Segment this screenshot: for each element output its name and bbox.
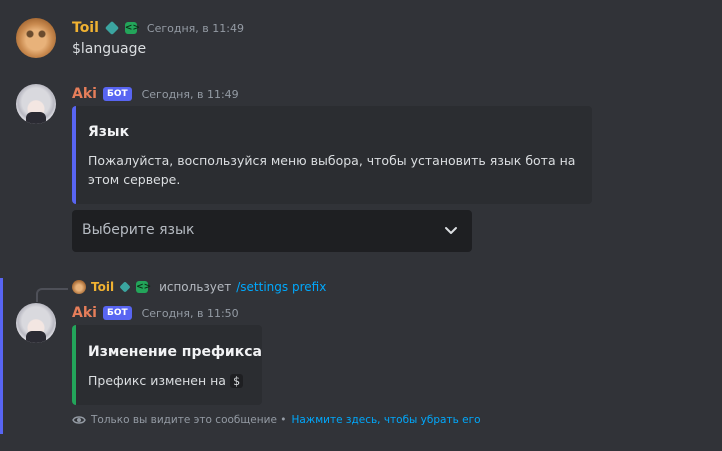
verified-diamond-icon: [104, 20, 119, 36]
reply-connector: [36, 288, 68, 302]
embed-description: Префикс изменен на $: [88, 371, 243, 391]
message-content: $language: [72, 41, 147, 57]
message-header: Aki БОТ Сегодня, в 11:50: [72, 305, 239, 321]
reply-username[interactable]: Toil: [91, 280, 114, 294]
avatar[interactable]: [16, 303, 56, 343]
language-select[interactable]: Выберите язык: [72, 210, 472, 252]
timestamp: Сегодня, в 11:50: [141, 306, 239, 320]
embed-title: Изменение префикса: [88, 344, 262, 360]
embed-description-text: Префикс изменен на: [88, 373, 226, 388]
dismiss-link[interactable]: Нажмите здесь, чтобы убрать его: [291, 414, 480, 426]
reply-avatar: [72, 280, 86, 294]
eye-icon: [72, 416, 86, 424]
reply-uses-text: использует: [159, 280, 232, 294]
message-header: Aki БОТ Сегодня, в 11:49: [72, 86, 239, 102]
reply-command[interactable]: /settings prefix: [236, 280, 326, 294]
code-badge-icon: <>: [136, 281, 152, 293]
embed-prefix: Изменение префикса Префикс изменен на $: [72, 325, 262, 405]
avatar[interactable]: [16, 84, 56, 124]
embed-title: Язык: [88, 124, 130, 140]
username[interactable]: Aki: [72, 86, 97, 102]
message-header: Toil <> Сегодня, в 11:49: [72, 20, 244, 36]
chevron-down-icon: [445, 227, 457, 234]
reply-context[interactable]: Toil <> использует /settings prefix: [72, 280, 326, 294]
verified-diamond-icon: [119, 281, 131, 293]
code-badge-icon: <>: [124, 22, 140, 34]
ephemeral-note-text: Только вы видите это сообщение •: [91, 414, 287, 426]
timestamp: Сегодня, в 11:49: [141, 87, 239, 101]
timestamp: Сегодня, в 11:49: [146, 21, 244, 35]
avatar[interactable]: [16, 18, 56, 58]
bot-badge: БОТ: [102, 87, 132, 101]
embed-description: Пожалуйста, воспользуйся меню выбора, чт…: [88, 153, 576, 187]
embed-language: Язык Пожалуйста, воспользуйся меню выбор…: [72, 106, 592, 204]
prefix-code: $: [229, 374, 243, 388]
ephemeral-highlight-bar: [0, 278, 3, 434]
username[interactable]: Toil: [72, 20, 99, 36]
ephemeral-note: Только вы видите это сообщение • Нажмите…: [72, 414, 481, 426]
bot-badge: БОТ: [102, 306, 132, 320]
select-placeholder: Выберите язык: [82, 222, 195, 238]
username[interactable]: Aki: [72, 305, 97, 321]
